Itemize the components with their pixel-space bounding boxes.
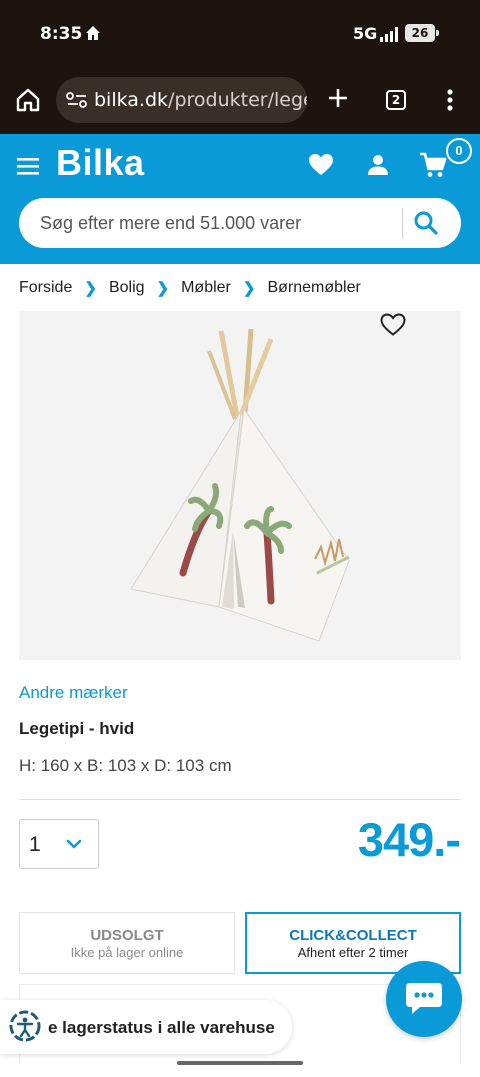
more-menu-icon[interactable] — [446, 88, 454, 117]
home-status-icon — [84, 24, 102, 47]
chevron-right-icon: ❯ — [84, 280, 97, 297]
browser-home-icon[interactable] — [14, 86, 42, 119]
search-bar — [19, 198, 461, 248]
add-to-favorites-heart-icon[interactable] — [380, 313, 406, 342]
breadcrumb: Forside ❯ Bolig ❯ Møbler ❯ Børnemøbler — [19, 277, 361, 299]
divider — [19, 799, 461, 800]
online-status-subtitle: Ikke på lager online — [70, 945, 184, 960]
accessibility-icon — [8, 1009, 42, 1048]
click-collect-subtitle: Afhent efter 2 timer — [297, 945, 409, 960]
chevron-right-icon: ❯ — [156, 280, 170, 297]
search-input[interactable] — [19, 198, 401, 248]
breadcrumb-link-forside[interactable]: Forside — [19, 279, 72, 297]
chevron-down-icon — [66, 837, 82, 855]
product-image[interactable] — [19, 311, 461, 660]
address-bar[interactable]: bilka.dk/produkter/legeti — [56, 77, 307, 123]
product-title: Legetipi - hvid — [19, 719, 135, 738]
breadcrumb-link-mobler[interactable]: Møbler — [181, 279, 231, 297]
online-delivery-option[interactable]: UDSOLGT Ikke på lager online — [19, 912, 235, 974]
menu-icon[interactable] — [17, 156, 41, 181]
new-tab-icon[interactable] — [326, 86, 350, 115]
online-status-title: UDSOLGT — [90, 927, 164, 944]
status-bar: 8:35 5G 26 — [0, 0, 480, 66]
battery-tip — [436, 30, 439, 36]
click-collect-title: CLICK&COLLECT — [289, 927, 417, 944]
breadcrumb-link-bornemobler[interactable]: Børnemøbler — [267, 279, 360, 297]
tab-switcher-button[interactable]: 2 — [386, 90, 406, 110]
chevron-right-icon: ❯ — [242, 280, 256, 297]
url-text: bilka.dk/produkter/legeti — [94, 89, 307, 111]
product-dimensions: H: 160 x B: 103 x D: 103 cm — [19, 756, 232, 775]
browser-toolbar: bilka.dk/produkter/legeti 2 — [0, 66, 480, 134]
url-path: /produkter/legeti — [168, 89, 307, 111]
brand-link[interactable]: Andre mærker — [19, 683, 128, 703]
search-icon[interactable] — [413, 210, 439, 241]
chat-button[interactable] — [386, 961, 462, 1037]
product-price: 349.- — [357, 813, 461, 866]
signal-icon — [380, 26, 402, 47]
chat-bubble-icon — [406, 983, 442, 1014]
stock-status-label: e lagerstatus i alle varehuse — [48, 1018, 275, 1037]
quantity-value: 1 — [29, 833, 41, 856]
breadcrumb-link-bolig[interactable]: Bolig — [109, 279, 145, 297]
home-indicator[interactable] — [177, 1061, 303, 1065]
stock-status-button[interactable]: e lagerstatus i alle varehuse — [0, 1000, 292, 1054]
site-header: Bilka 0 — [0, 134, 480, 264]
cart-count-badge: 0 — [446, 138, 472, 164]
quantity-select[interactable]: 1 — [19, 819, 99, 869]
search-divider — [402, 208, 403, 238]
network-type: 5G — [353, 24, 378, 43]
site-settings-icon[interactable] — [66, 91, 88, 114]
user-account-icon[interactable] — [366, 153, 390, 182]
status-time: 8:35 — [40, 24, 83, 44]
favorites-heart-icon[interactable] — [308, 153, 334, 182]
cart-icon[interactable] — [419, 151, 447, 184]
bilka-logo[interactable]: Bilka — [56, 142, 145, 184]
url-domain: bilka.dk — [94, 89, 169, 111]
battery-icon: 26 — [405, 24, 435, 42]
teepee-illustration — [130, 328, 350, 642]
